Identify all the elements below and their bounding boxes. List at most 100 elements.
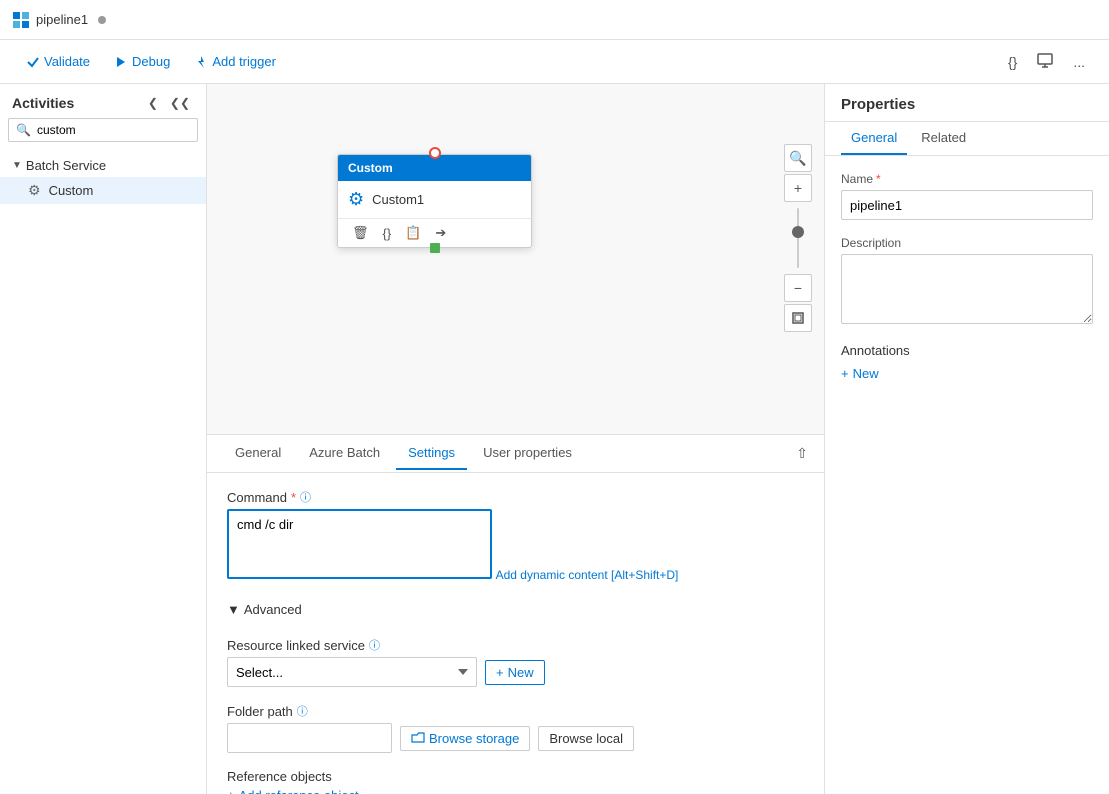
fit-icon bbox=[792, 312, 804, 324]
tab-general[interactable]: General bbox=[223, 437, 293, 470]
advanced-section: ▼ Advanced bbox=[227, 598, 804, 621]
activity-node-custom1[interactable]: Custom ⚙ Custom1 🗑 {} 📋 ➔ bbox=[337, 154, 532, 248]
logo: pipeline1 bbox=[12, 11, 106, 29]
prop-description-field: Description bbox=[841, 236, 1093, 327]
sidebar-section-batch-header[interactable]: ▼ Batch Service bbox=[0, 154, 206, 177]
properties-content: Name * Description Annotations + New bbox=[825, 156, 1109, 794]
add-reference-button[interactable]: + Add reference object bbox=[227, 788, 359, 794]
main-layout: Activities ❮ ❮❮ 🔍 ▼ Batch Service ⚙ Cust… bbox=[0, 84, 1109, 794]
add-annotation-button[interactable]: + New bbox=[841, 366, 879, 381]
sidebar-header-actions: ❮ ❮❮ bbox=[144, 94, 194, 112]
sidebar-collapse-btn[interactable]: ❮ bbox=[144, 94, 162, 112]
sidebar-section-label: Batch Service bbox=[26, 158, 106, 173]
unsaved-indicator bbox=[98, 16, 106, 24]
plus-icon: + bbox=[496, 665, 504, 680]
reference-objects-row: Reference objects + Add reference object bbox=[227, 769, 804, 794]
tab-user-properties[interactable]: User properties bbox=[471, 437, 584, 470]
validate-button[interactable]: Validate bbox=[16, 50, 100, 73]
plus-icon: + bbox=[841, 366, 849, 381]
node-top-connector[interactable] bbox=[429, 147, 441, 159]
activity-node-name: Custom1 bbox=[372, 192, 424, 207]
folder-path-label: Folder path ⓘ bbox=[227, 703, 804, 719]
sidebar-item-custom-label: Custom bbox=[49, 183, 94, 198]
node-connect-button[interactable]: ➔ bbox=[431, 223, 450, 243]
monitor-button[interactable] bbox=[1029, 46, 1061, 77]
browse-local-button[interactable]: Browse local bbox=[538, 726, 634, 751]
properties-title: Properties bbox=[841, 96, 915, 113]
reference-objects-label: Reference objects bbox=[227, 769, 804, 784]
bottom-panel-content: Command * ⓘ cmd /c dir Add dynamic conte… bbox=[207, 473, 824, 794]
command-field-row: Command * ⓘ cmd /c dir Add dynamic conte… bbox=[227, 489, 804, 582]
monitor-icon bbox=[1037, 52, 1053, 68]
resource-new-button[interactable]: + New bbox=[485, 660, 545, 685]
resource-linked-service-row: Resource linked service ⓘ Select... + Ne… bbox=[227, 637, 804, 687]
prop-description-input[interactable] bbox=[841, 254, 1093, 324]
sidebar-item-custom[interactable]: ⚙ Custom ⋮ bbox=[0, 177, 206, 204]
add-trigger-button[interactable]: Add trigger bbox=[184, 50, 286, 73]
code-button[interactable]: {} bbox=[1000, 48, 1025, 76]
chevron-down-icon: ▼ bbox=[227, 602, 240, 617]
canvas-zoom-out-button[interactable]: − bbox=[784, 274, 812, 302]
prop-name-input[interactable] bbox=[841, 190, 1093, 220]
activity-node-body: ⚙ Custom1 bbox=[338, 181, 531, 218]
folder-icon bbox=[411, 732, 425, 744]
canvas-controls: 🔍 + − bbox=[784, 144, 812, 332]
command-input[interactable]: cmd /c dir bbox=[227, 509, 492, 579]
top-bar: pipeline1 bbox=[0, 0, 1109, 40]
folder-path-info-icon[interactable]: ⓘ bbox=[297, 703, 308, 719]
canvas-zoom-slider-thumb[interactable] bbox=[792, 226, 804, 238]
sidebar-close-btn[interactable]: ❮❮ bbox=[166, 94, 194, 112]
prop-tab-related[interactable]: Related bbox=[911, 122, 976, 155]
annotations-section: Annotations + New bbox=[841, 343, 1093, 381]
prop-tab-general[interactable]: General bbox=[841, 122, 907, 155]
chevron-down-icon: ▼ bbox=[12, 160, 22, 171]
linked-service-controls: Select... + New bbox=[227, 657, 804, 687]
sidebar-search-container: 🔍 bbox=[8, 118, 198, 142]
canvas-area: Custom ⚙ Custom1 🗑 {} 📋 ➔ 🔍 + bbox=[207, 84, 824, 434]
item-action-dots[interactable]: ⋮ bbox=[183, 184, 194, 197]
annotations-label: Annotations bbox=[841, 343, 1093, 358]
command-label: Command * ⓘ bbox=[227, 489, 804, 505]
node-delete-button[interactable]: 🗑 bbox=[348, 223, 373, 243]
node-code-button[interactable]: {} bbox=[379, 224, 396, 243]
properties-panel: Properties General Related Name * Descri… bbox=[824, 84, 1109, 794]
resource-info-icon[interactable]: ⓘ bbox=[369, 637, 380, 653]
sidebar: Activities ❮ ❮❮ 🔍 ▼ Batch Service ⚙ Cust… bbox=[0, 84, 207, 794]
tab-settings[interactable]: Settings bbox=[396, 437, 467, 470]
properties-header: Properties bbox=[825, 84, 1109, 122]
canvas-search-button[interactable]: 🔍 bbox=[784, 144, 812, 172]
folder-path-row: Folder path ⓘ Browse storage Browse loca… bbox=[227, 703, 804, 753]
advanced-toggle-button[interactable]: ▼ Advanced bbox=[227, 598, 302, 621]
command-info-icon[interactable]: ⓘ bbox=[300, 489, 311, 505]
properties-tabs: General Related bbox=[825, 122, 1109, 156]
search-icon: 🔍 bbox=[16, 123, 31, 137]
plus-icon: + bbox=[227, 788, 235, 794]
more-button[interactable]: ... bbox=[1065, 48, 1093, 76]
resource-linked-service-select[interactable]: Select... bbox=[227, 657, 477, 687]
prop-description-label: Description bbox=[841, 236, 1093, 250]
canvas-fit-button[interactable] bbox=[784, 304, 812, 332]
sidebar-section-batch: ▼ Batch Service ⚙ Custom ⋮ bbox=[0, 150, 206, 208]
debug-icon bbox=[114, 55, 128, 69]
folder-path-input[interactable] bbox=[227, 723, 392, 753]
trigger-icon bbox=[194, 55, 208, 69]
folder-path-controls: Browse storage Browse local bbox=[227, 723, 804, 753]
tab-azure-batch[interactable]: Azure Batch bbox=[297, 437, 392, 470]
node-bottom-connector[interactable] bbox=[430, 243, 440, 253]
search-input[interactable] bbox=[8, 118, 198, 142]
browse-storage-button[interactable]: Browse storage bbox=[400, 726, 530, 751]
validate-icon bbox=[26, 55, 40, 69]
prop-name-label: Name * bbox=[841, 172, 1093, 186]
canvas-zoom-slider-track bbox=[797, 208, 799, 268]
bottom-panel: General Azure Batch Settings User proper… bbox=[207, 434, 824, 794]
sidebar-header: Activities ❮ ❮❮ bbox=[0, 84, 206, 118]
canvas-zoom-in-button[interactable]: + bbox=[784, 174, 812, 202]
bottom-panel-collapse-btn[interactable]: ⇧ bbox=[796, 445, 808, 462]
dynamic-content-link[interactable]: Add dynamic content [Alt+Shift+D] bbox=[496, 568, 679, 582]
prop-name-required: * bbox=[876, 172, 881, 186]
node-copy-button[interactable]: 📋 bbox=[401, 223, 425, 243]
debug-button[interactable]: Debug bbox=[104, 50, 180, 73]
app-logo bbox=[12, 11, 30, 29]
prop-name-field: Name * bbox=[841, 172, 1093, 220]
custom-activity-icon: ⚙ bbox=[28, 182, 41, 199]
